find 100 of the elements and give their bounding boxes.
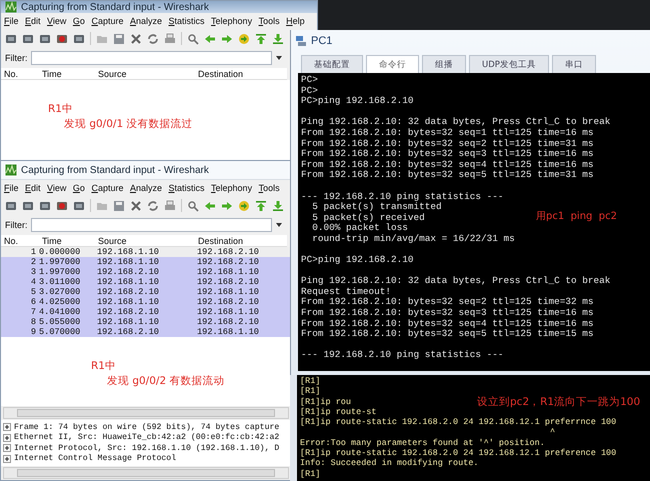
tab[interactable]: 串口 [552,55,596,73]
menu-item[interactable]: Help [286,16,305,26]
window-title: Capturing from Standard input - Wireshark [21,2,209,12]
tab[interactable]: 基础配置 [301,55,363,73]
monitor-icon[interactable] [5,200,17,212]
menu-item[interactable]: Capture [91,183,124,193]
column-header[interactable]: Time [39,68,95,78]
packet-row[interactable]: 7 4.041000 192.168.2.10 192.168.1.10 [1,307,291,317]
menu-item[interactable]: Edit [25,183,41,193]
terminal-line: [R1]ip route-static 192.168.2.0 24 192.168.12.1 preferrnce 100 [300,417,616,428]
close-icon[interactable] [130,200,142,212]
expand-icon[interactable] [3,454,11,463]
detail-tree-item[interactable]: Internet Protocol, Src: 192.168.1.10 (192.168.1.10), D [3,443,291,454]
detail-tree-item[interactable]: Frame 1: 74 bytes on wire (592 bits), 74 bytes capture [3,422,291,432]
monitor-icon[interactable] [22,32,34,44]
jump-arrow-icon[interactable] [238,32,250,44]
refresh-icon[interactable] [147,32,159,44]
menu-item[interactable]: Go [72,16,85,26]
expand-icon[interactable] [3,423,11,432]
monitor-icon[interactable] [39,200,51,212]
down-arrow-icon[interactable] [272,200,284,212]
record-icon[interactable] [56,200,68,212]
up-arrow-icon[interactable] [255,32,267,44]
jump-arrow-icon[interactable] [238,200,250,212]
menu-item[interactable]: Tools [258,183,280,193]
printer-icon[interactable] [164,200,176,212]
monitor-icon[interactable] [22,200,34,212]
filter-field[interactable] [30,51,272,65]
terminal-line: From 192.168.2.10: bytes=32 seq=2 ttl=125 time=32 ms [301,297,594,308]
menu-item[interactable]: File [4,16,19,26]
terminal-line: From 192.168.2.10: bytes=32 seq=5 ttl=125 time=15 ms [301,329,594,340]
menu-item[interactable]: Analyze [130,16,162,26]
menu-item[interactable]: Statistics [168,183,205,193]
tab[interactable]: 组播 [422,55,466,73]
close-icon[interactable] [130,32,142,44]
terminal-line: Ping 192.168.2.10: 32 data bytes, Press Ctrl_C to break [301,276,610,287]
left-arrow-icon[interactable] [204,200,216,212]
terminal-line: From 192.168.2.10: bytes=32 seq=2 ttl=125 time=31 ms [301,138,594,149]
column-header[interactable]: Source [95,236,195,246]
monitor-icon[interactable] [73,200,85,212]
refresh-icon[interactable] [147,200,159,212]
menu-item[interactable]: Go [72,183,85,193]
menu-item[interactable]: Tools [258,16,280,26]
detail-tree-item[interactable]: Ethernet II, Src: HuaweiTe_cb:42:a2 (00:e0:fc:cb:42:a2 [3,432,291,443]
column-header[interactable]: Source [95,68,195,78]
column-header[interactable]: Destination [195,236,287,246]
terminal-line: [R1] [300,468,320,479]
packet-row[interactable]: 1 0.000000 192.168.1.10 192.168.2.10 [1,247,291,257]
annotation-text: R1中 [91,359,116,374]
annotation-text: 发现 g0/0/1 没有数据流过 [64,117,192,132]
menu-item[interactable]: View [47,16,66,26]
menu-item[interactable]: Edit [25,16,41,26]
dropdown-caret-icon[interactable] [275,54,283,62]
left-arrow-icon[interactable] [204,32,216,44]
save-icon[interactable] [113,32,125,44]
horizontal-scrollbar[interactable] [3,407,289,419]
packet-row[interactable]: 3 1.997000 192.168.2.10 192.168.1.10 [1,267,291,277]
app-logo-icon [5,1,17,13]
menu-item[interactable]: Telephony [211,16,252,26]
record-icon[interactable] [56,32,68,44]
packet-row[interactable]: 8 5.055000 192.168.1.10 192.168.2.10 [1,317,291,327]
search-icon[interactable] [187,200,199,212]
column-header[interactable]: Destination [195,68,287,78]
dropdown-caret-icon[interactable] [275,221,283,229]
up-arrow-icon[interactable] [255,200,267,212]
packet-row[interactable]: 5 3.027000 192.168.2.10 192.168.1.10 [1,287,291,297]
right-arrow-icon[interactable] [221,32,233,44]
right-arrow-icon[interactable] [221,200,233,212]
monitor-icon[interactable] [39,32,51,44]
annotation-text: 发现 g0/0/2 有数据流动 [107,374,224,389]
menu-item[interactable]: Telephony [211,183,252,193]
menu-item[interactable]: Analyze [130,183,162,193]
menu-item[interactable]: File [4,183,19,193]
expand-icon[interactable] [3,444,11,452]
tab[interactable]: 命令行 [366,55,419,73]
annotation-text: 设立到pc2，R1流向下一跳为100 [477,397,640,408]
menu-item[interactable]: Capture [91,16,124,26]
window-title: PC1 [311,35,332,47]
terminal-line: From 192.168.2.10: bytes=32 seq=4 ttl=125 time=16 ms [301,160,594,170]
printer-icon[interactable] [164,32,176,44]
monitor-icon[interactable] [5,32,17,44]
menu-item[interactable]: Statistics [168,16,205,26]
menu-item[interactable]: View [47,183,66,193]
column-header[interactable]: Time [39,236,95,246]
column-header[interactable]: No. [1,236,39,246]
detail-tree-item[interactable]: Internet Control Message Protocol [3,454,291,464]
packet-row[interactable]: 2 1.997000 192.168.1.10 192.168.2.10 [1,257,291,267]
search-icon[interactable] [187,32,199,44]
filter-field[interactable] [30,218,272,232]
column-header[interactable]: No. [1,68,39,78]
tab[interactable]: UDP发包工具 [469,55,549,73]
expand-icon[interactable] [3,434,11,442]
terminal-line: Info: Succeeded in modifying route. [300,458,479,469]
packet-row[interactable]: 4 3.011000 192.168.1.10 192.168.2.10 [1,277,291,287]
packet-row[interactable]: 9 5.070000 192.168.2.10 192.168.1.10 [1,327,291,337]
down-arrow-icon[interactable] [272,32,284,44]
horizontal-scrollbar[interactable] [3,467,289,479]
packet-row[interactable]: 6 4.025000 192.168.1.10 192.168.2.10 [1,297,291,307]
save-icon[interactable] [113,200,125,212]
monitor-icon[interactable] [73,32,85,44]
